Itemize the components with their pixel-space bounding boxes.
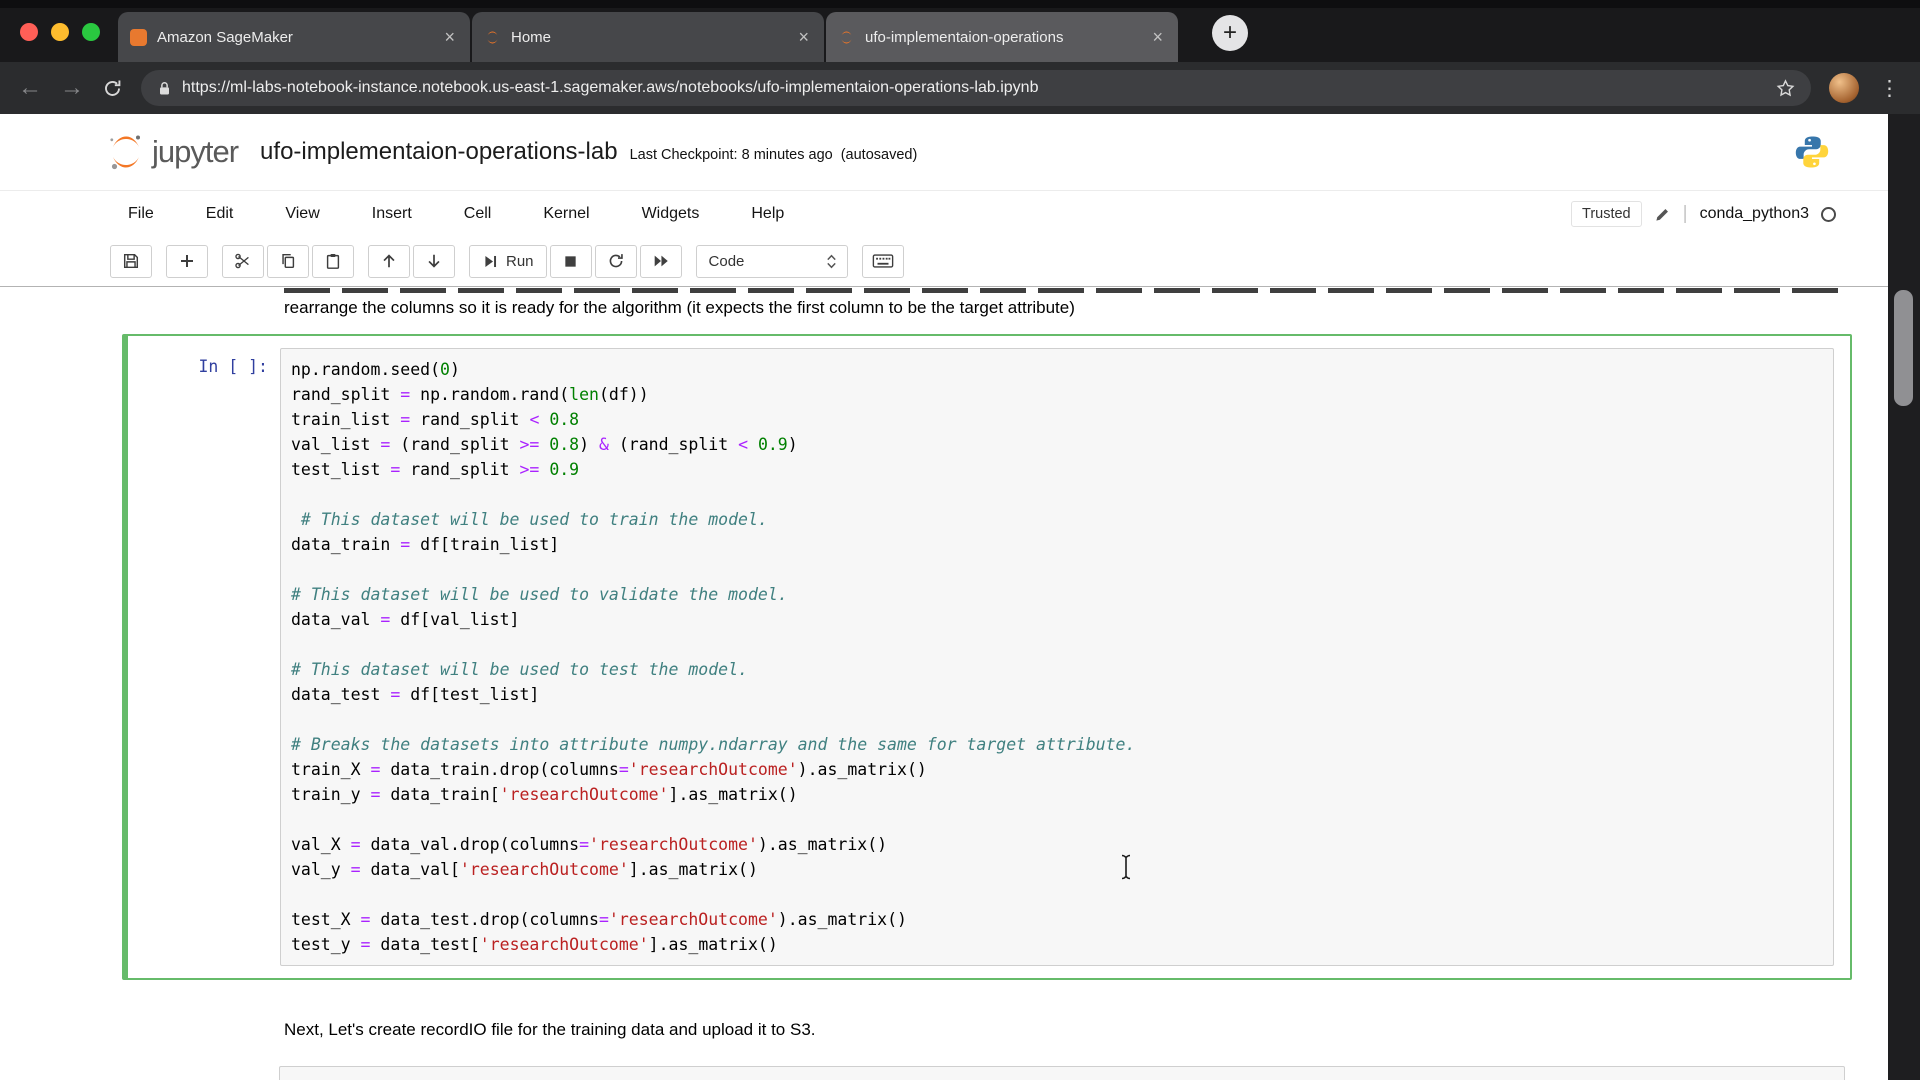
notebook-header: jupyter ufo-implementaion-operations-lab… — [0, 114, 1888, 190]
jupyter-icon — [838, 29, 855, 46]
menu-widgets[interactable]: Widgets — [642, 205, 700, 223]
tab-title: Home — [511, 29, 785, 46]
back-icon[interactable]: ← — [18, 76, 42, 100]
tab-amazon-sagemaker[interactable]: Amazon SageMaker × — [118, 12, 470, 62]
copy-cell-button[interactable] — [267, 245, 309, 278]
window-controls — [20, 23, 100, 41]
profile-avatar[interactable] — [1829, 73, 1859, 103]
tab-home[interactable]: Home × — [472, 12, 824, 62]
move-cell-up-button[interactable] — [368, 245, 410, 278]
sagemaker-icon — [130, 29, 147, 46]
clipped-text-line — [284, 288, 1850, 293]
add-cell-button[interactable] — [166, 245, 208, 278]
kernel-name: conda_python3 — [1700, 205, 1809, 223]
plus-icon — [179, 253, 195, 269]
code-input-area[interactable]: np.random.seed(0)rand_split = np.random.… — [280, 348, 1834, 966]
text-cursor — [1118, 853, 1134, 881]
stop-icon — [563, 254, 578, 269]
python-logo-icon — [1794, 134, 1830, 170]
refresh-icon — [607, 252, 625, 270]
notebook-toolbar: Run Code — [0, 236, 1888, 287]
cell-type-select[interactable]: Code — [696, 245, 848, 278]
cell-type-value: Code — [709, 253, 745, 270]
scrollbar-thumb[interactable] — [1894, 290, 1913, 406]
menu-edit[interactable]: Edit — [206, 205, 234, 223]
move-cell-down-button[interactable] — [413, 245, 455, 278]
scrollbar-track — [1888, 114, 1920, 1080]
menu-kernel[interactable]: Kernel — [543, 205, 589, 223]
tab-ufo-notebook[interactable]: ufo-implementaion-operations × — [826, 12, 1178, 62]
tab-title: ufo-implementaion-operations — [865, 29, 1139, 46]
browser-window: Amazon SageMaker × Home × ufo-implementa… — [0, 0, 1920, 1080]
forward-icon[interactable]: → — [60, 76, 84, 100]
restart-kernel-button[interactable] — [595, 245, 637, 278]
paste-cell-button[interactable] — [312, 245, 354, 278]
menu-insert[interactable]: Insert — [372, 205, 412, 223]
cut-cell-button[interactable] — [222, 245, 264, 278]
keyboard-icon — [872, 252, 894, 270]
selected-code-cell[interactable]: In [ ]: np.random.seed(0)rand_split = np… — [122, 334, 1852, 980]
minimize-window-button[interactable] — [51, 23, 69, 41]
save-icon — [122, 252, 140, 270]
divider: | — [1683, 203, 1688, 225]
code-lines: np.random.seed(0)rand_split = np.random.… — [291, 357, 1823, 957]
bookmark-star-icon[interactable] — [1776, 79, 1795, 98]
fast-forward-icon — [652, 252, 670, 270]
lock-icon — [157, 80, 172, 97]
interrupt-kernel-button[interactable] — [550, 245, 592, 278]
jupyter-logo[interactable]: jupyter — [104, 130, 238, 174]
menu-file[interactable]: File — [128, 205, 154, 223]
restart-run-all-button[interactable] — [640, 245, 682, 278]
run-cell-button[interactable]: Run — [469, 245, 547, 278]
notebook-menubar: File Edit View Insert Cell Kernel Widget… — [0, 190, 1888, 236]
notebook-title[interactable]: ufo-implementaion-operations-lab — [260, 138, 618, 166]
url-bar[interactable]: https://ml-labs-notebook-instance.notebo… — [141, 70, 1811, 106]
scissors-icon — [234, 252, 252, 270]
url-text: https://ml-labs-notebook-instance.notebo… — [182, 79, 1766, 97]
markdown-paragraph-bottom: Next, Let's create recordIO file for the… — [284, 1020, 816, 1040]
run-icon — [482, 253, 499, 270]
kernel-idle-indicator — [1821, 207, 1836, 222]
markdown-paragraph-top: rearrange the columns so it is ready for… — [284, 298, 1075, 318]
tab-close-icon[interactable]: × — [795, 28, 812, 46]
new-tab-button[interactable]: + — [1212, 15, 1248, 51]
menu-cell[interactable]: Cell — [464, 205, 492, 223]
tab-close-icon[interactable]: × — [441, 28, 458, 46]
zoom-window-button[interactable] — [82, 23, 100, 41]
save-button[interactable] — [110, 245, 152, 278]
tab-title: Amazon SageMaker — [157, 29, 431, 46]
jupyter-wordmark: jupyter — [152, 134, 238, 170]
copy-icon — [279, 252, 297, 270]
edit-mode-pencil-icon — [1654, 206, 1671, 223]
cell-prompt: In [ ]: — [128, 348, 280, 966]
jupyter-logo-icon — [104, 130, 148, 174]
select-arrows-icon — [825, 254, 838, 269]
browser-menu-icon[interactable]: ⋮ — [1877, 78, 1902, 99]
menu-view[interactable]: View — [285, 205, 319, 223]
run-label: Run — [506, 253, 534, 270]
notebook-content: rearrange the columns so it is ready for… — [0, 288, 1888, 1080]
tab-close-icon[interactable]: × — [1149, 28, 1166, 46]
paste-icon — [324, 252, 342, 270]
arrow-down-icon — [425, 252, 443, 270]
arrow-up-icon — [380, 252, 398, 270]
browser-tab-bar: Amazon SageMaker × Home × ufo-implementa… — [0, 0, 1920, 62]
reload-icon[interactable] — [102, 78, 123, 99]
command-palette-button[interactable] — [862, 245, 904, 278]
menu-help[interactable]: Help — [751, 205, 784, 223]
jupyter-icon — [484, 29, 501, 46]
trusted-badge[interactable]: Trusted — [1571, 201, 1642, 227]
next-code-cell-partial[interactable] — [279, 1066, 1845, 1080]
browser-navbar: ← → https://ml-labs-notebook-instance.no… — [0, 62, 1920, 114]
checkpoint-status: Last Checkpoint: 8 minutes ago — [630, 147, 833, 163]
close-window-button[interactable] — [20, 23, 38, 41]
autosave-status: (autosaved) — [841, 147, 918, 163]
